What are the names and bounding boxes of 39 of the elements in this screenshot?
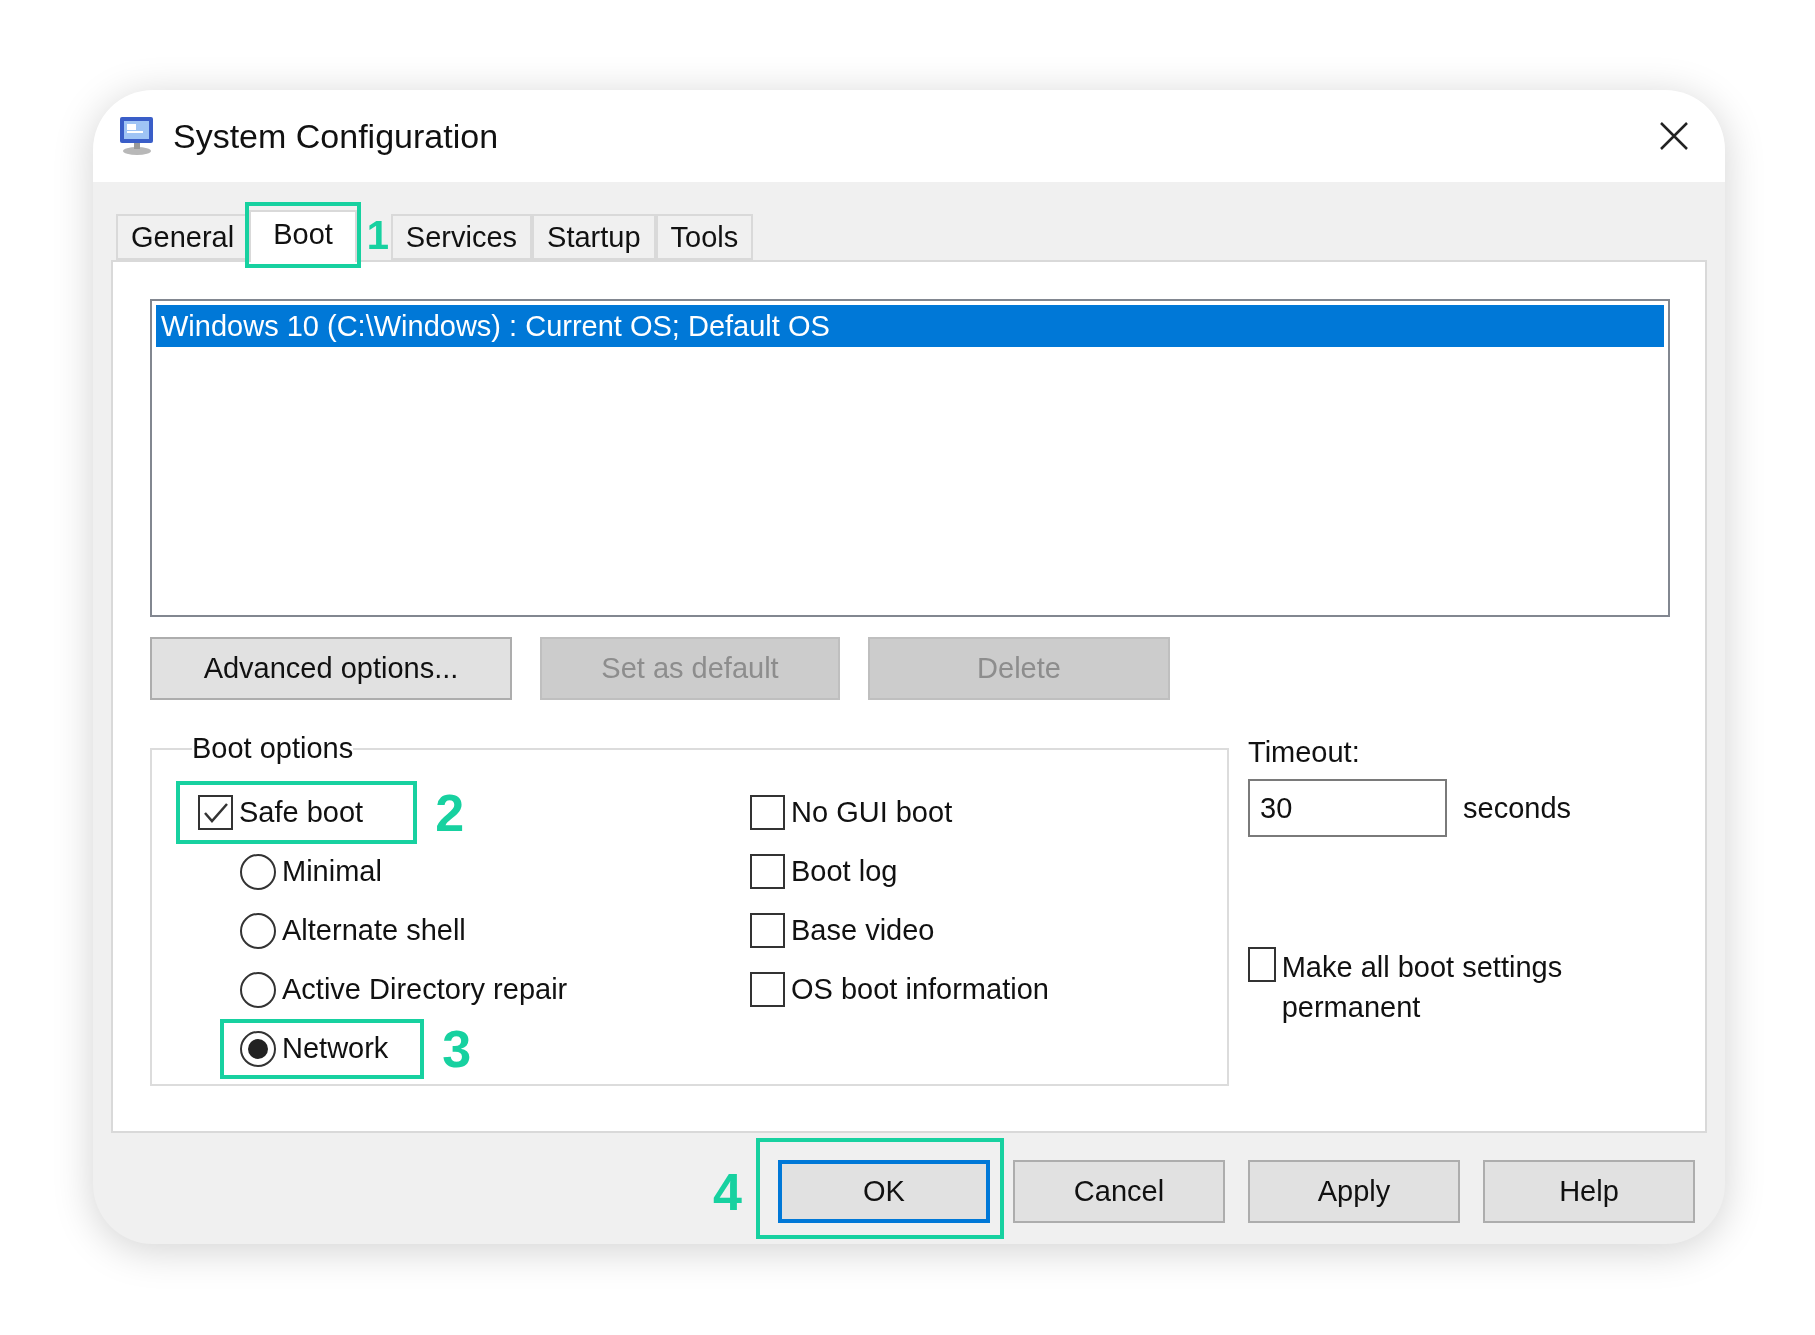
checkbox[interactable] [750, 854, 785, 889]
timeout-label: Timeout: [1248, 736, 1361, 769]
tab[interactable]: Tools [655, 214, 754, 260]
checkbox[interactable] [750, 913, 785, 948]
dialog-button[interactable]: Apply [1248, 1160, 1460, 1223]
dialog-button[interactable]: Help [1483, 1160, 1695, 1223]
option-label: OS boot information [791, 973, 1049, 1006]
radio-button[interactable] [240, 1030, 276, 1067]
step-number: 2 [435, 786, 465, 839]
checkbox[interactable] [1248, 947, 1276, 982]
group-title: Boot options [192, 732, 354, 765]
option-label: Alternate shell [282, 914, 466, 947]
action-button[interactable]: Advanced options... [150, 637, 512, 700]
step-number: 3 [442, 1022, 472, 1075]
dialog-button[interactable]: OK [778, 1160, 990, 1223]
step-number: 1 [366, 215, 390, 255]
checkbox[interactable] [198, 795, 233, 830]
checkbox[interactable] [750, 972, 785, 1007]
option-label: Boot log [791, 855, 898, 888]
step-number: 4 [713, 1165, 742, 1218]
timeout-field[interactable]: 30 [1248, 779, 1447, 837]
unit-label: seconds [1463, 791, 1571, 825]
option-label: Minimal [282, 855, 382, 888]
option-label: Safe boot [239, 796, 364, 829]
option-label: Network [282, 1032, 389, 1065]
radio-button[interactable] [240, 912, 276, 949]
dialog-button[interactable]: Cancel [1013, 1160, 1225, 1223]
checkbox[interactable] [750, 795, 785, 830]
option-label: Active Directory repair [282, 973, 568, 1006]
radio-button[interactable] [240, 853, 276, 890]
option-label: Base video [791, 914, 935, 947]
option-label: Make all boot settings permanent [1281, 950, 1564, 1025]
option-label: No GUI boot [791, 796, 953, 829]
tab[interactable]: Startup [532, 214, 656, 260]
os-list-item[interactable]: Windows 10 (C:\Windows) : Current OS; Default OS [156, 305, 1664, 347]
radio-button[interactable] [240, 971, 276, 1008]
window-title: System Configuration [173, 116, 500, 156]
tab[interactable]: Boot [249, 210, 357, 262]
tab[interactable]: Services [390, 214, 533, 260]
